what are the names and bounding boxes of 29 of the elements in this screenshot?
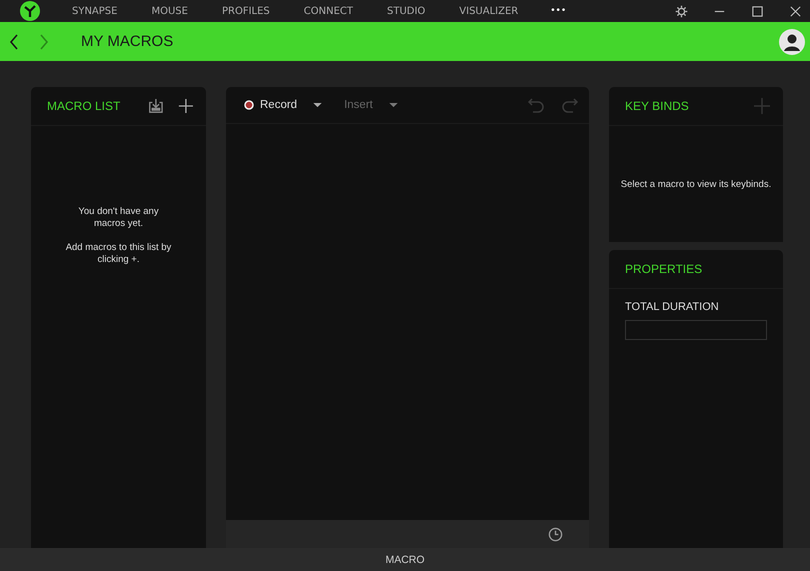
empty-message: You don't have any macros yet. xyxy=(77,206,160,230)
empty-message: Select a macro to view its keybinds. xyxy=(620,178,772,190)
caret-icon xyxy=(313,102,322,108)
field-label: TOTAL DURATION xyxy=(625,301,720,313)
more-button[interactable]: ••• xyxy=(550,6,566,16)
record-dot-icon xyxy=(244,100,254,110)
nav-tab[interactable]: SYNAPSE xyxy=(72,6,118,16)
close-icon[interactable] xyxy=(789,4,802,18)
panel-title: PROPERTIES xyxy=(625,262,702,276)
add-icon[interactable] xyxy=(178,97,194,115)
nav-tab[interactable]: PROFILES xyxy=(222,6,270,16)
empty-message: Add macros to this list by clicking +. xyxy=(64,242,172,266)
maximize-icon[interactable] xyxy=(751,4,764,18)
nav-tab[interactable]: CONNECT xyxy=(304,6,353,16)
clock-icon[interactable] xyxy=(548,526,563,542)
bottom-tab[interactable]: MACRO xyxy=(385,554,425,566)
import-icon[interactable] xyxy=(148,97,164,115)
page-title: MY MACROS xyxy=(81,33,174,50)
caret-icon xyxy=(388,102,398,108)
nav-tab[interactable]: VISUALIZER xyxy=(459,6,518,16)
panel-title: KEY BINDS xyxy=(625,99,689,113)
nav-tab[interactable]: STUDIO xyxy=(387,6,426,16)
back-icon[interactable] xyxy=(9,34,19,50)
toolbar-dropdown[interactable]: Record xyxy=(244,99,322,111)
panel-title: MACRO LIST xyxy=(47,99,120,113)
nav-tab[interactable]: MOUSE xyxy=(151,6,188,16)
duration-field[interactable] xyxy=(625,320,767,340)
settings-icon[interactable] xyxy=(675,4,688,18)
avatar-icon[interactable] xyxy=(779,28,805,54)
